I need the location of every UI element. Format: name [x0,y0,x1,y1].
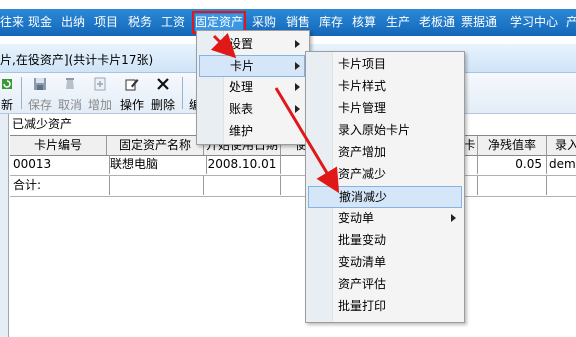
menu-xiaoshou[interactable]: 销售 [286,14,310,31]
menu-shengchan[interactable]: 生产 [386,14,410,31]
cell-total-label: 合计: [10,176,110,195]
fixed-assets-menu: 设置 卡片 处理 账表 维护 [196,30,310,145]
add-icon [94,77,106,91]
menu-item-label: 卡片管理 [338,101,387,115]
menu-item-asset-decrease[interactable]: 资产减少 [308,164,462,184]
section-label: 已减少资产 [12,117,73,131]
menu-wanglai[interactable]: 往来 [0,14,24,31]
menu-item-card-style[interactable]: 卡片样式 [308,76,462,96]
card-submenu: 卡片项目 卡片样式 卡片管理 录入原始卡片 资产增加 资产减少 撤消减少 变动单… [305,51,465,323]
menu-item-label: 卡片 [230,59,255,73]
menu-item-label: 维护 [229,124,254,138]
cell-card-no: 00013 [10,155,110,174]
save-icon [34,78,46,90]
menu-shuiwu[interactable]: 税务 [128,14,152,31]
cell-asset-name: 联想电脑 [107,155,207,174]
col-salvage-rate[interactable]: 净残值率 [478,136,547,155]
table-total-row: 合计: [10,176,576,197]
menu-item-card-items[interactable]: 卡片项目 [308,54,462,74]
menu-item-label: 卡片项目 [338,57,387,71]
menu-item-label: 撤消减少 [339,190,388,204]
menu-caigou[interactable]: 采购 [252,14,276,31]
menu-item-label: 批量打印 [338,299,387,313]
menu-item-card[interactable]: 卡片 [199,55,305,77]
menu-item-label: 卡片样式 [338,79,387,93]
cell-empty [478,176,547,195]
menu-item-batch-change[interactable]: 批量变动 [308,230,462,250]
menu-item-label: 账表 [229,102,254,116]
edit-icon [125,79,139,91]
menu-item-label: 设置 [229,37,254,51]
delete-icon [157,78,169,90]
submenu-arrow-icon [451,214,456,222]
window-title: 片,在役资产](共计卡片17张) [0,53,154,67]
menu-item-label: 资产评估 [338,277,387,291]
menu-item-batch-print[interactable]: 批量打印 [308,296,462,316]
menu-item-maintenance[interactable]: 维护 [199,121,305,141]
left-panel-edge [0,114,9,337]
menu-hesuan[interactable]: 核算 [352,14,376,31]
menu-item-change-form[interactable]: 变动单 [308,208,462,228]
menu-kucun[interactable]: 库存 [319,14,343,31]
submenu-arrow-icon [295,105,300,113]
table-row[interactable]: 00013 联想电脑 2008.10.01 5 0.05 demo [10,155,576,176]
menu-item-label: 资产增加 [338,145,387,159]
menu-laobantong[interactable]: 老板通 [419,14,455,31]
submenu-arrow-icon [295,62,300,70]
menu-more[interactable]: 产 [566,14,576,31]
submenu-arrow-icon [295,40,300,48]
cell-entry: demo [549,157,576,171]
refresh-button[interactable]: 新 [0,75,22,112]
menu-item-label: 变动清单 [338,255,387,269]
menu-gongzi[interactable]: 工资 [161,14,185,31]
cell-empty [204,176,281,195]
cell-salvage-rate: 0.05 [478,155,547,174]
menu-xiangmu[interactable]: 项目 [94,14,118,31]
menu-item-card-management[interactable]: 卡片管理 [308,98,462,118]
menu-item-enter-original-card[interactable]: 录入原始卡片 [308,120,462,140]
col-entry[interactable]: 录入 [547,136,576,155]
menu-item-label: 批量变动 [338,233,387,247]
undo-icon [66,78,74,89]
menu-item-asset-evaluation[interactable]: 资产评估 [308,274,462,294]
menu-item-reports[interactable]: 账表 [199,99,305,119]
cell-start-date: 2008.10.01 [204,155,281,174]
menu-xianjin[interactable]: 现金 [28,14,52,31]
menu-item-change-list[interactable]: 变动清单 [308,252,462,272]
col-asset-name[interactable]: 固定资产名称 [107,136,204,155]
cell-empty [107,176,204,195]
menu-fixed-assets[interactable]: 固定资产 [191,11,247,34]
menu-piaojutong[interactable]: 票据通 [461,14,497,31]
menu-item-label: 处理 [229,80,254,94]
delete-button[interactable]: 删除 [148,75,178,112]
menu-chuna[interactable]: 出纳 [61,14,85,31]
menu-item-undo-decrease[interactable]: 撤消减少 [308,186,462,208]
add-button[interactable]: 增加 [85,75,115,112]
menu-item-process[interactable]: 处理 [199,77,305,97]
menu-xuexi[interactable]: 学习中心 [510,14,558,31]
menu-item-label: 资产减少 [338,167,387,181]
menu-item-settings[interactable]: 设置 [199,34,305,54]
menu-item-label: 变动单 [338,211,375,225]
col-card-no[interactable]: 卡片编号 [10,136,107,155]
submenu-arrow-icon [295,83,300,91]
refresh-icon [2,79,12,89]
menu-item-asset-increase[interactable]: 资产增加 [308,142,462,162]
operate-button[interactable]: 操作 [117,75,147,112]
menu-item-label: 录入原始卡片 [338,123,411,137]
